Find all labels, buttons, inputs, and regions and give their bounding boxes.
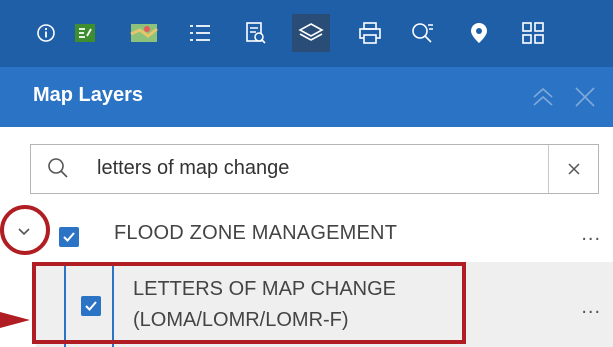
query-icon[interactable]: [237, 14, 275, 52]
panel-title: Map Layers: [33, 84, 144, 106]
group-label: FLOOD ZONE MANAGEMENT: [114, 222, 398, 244]
basemap-icon[interactable]: [125, 14, 163, 52]
close-icon: [567, 163, 580, 175]
group-more-options-button[interactable]: ...: [581, 223, 601, 246]
info-icon[interactable]: [27, 14, 65, 52]
location-pin-icon[interactable]: [460, 14, 498, 52]
list-icon[interactable]: [181, 14, 219, 52]
layer-search-box[interactable]: letters of map change: [30, 144, 599, 194]
chevron-down-icon[interactable]: [16, 225, 32, 243]
layer-more-options-button[interactable]: ...: [581, 296, 601, 319]
layer-group-row[interactable]: FLOOD ZONE MANAGEMENT ...: [0, 205, 613, 259]
close-panel-icon[interactable]: [572, 84, 598, 110]
group-checkbox[interactable]: [59, 227, 79, 247]
check-icon: [63, 232, 75, 242]
callout-highlight-box: [32, 262, 466, 344]
widget-toolbar: [0, 0, 613, 67]
clear-search-button[interactable]: [548, 145, 598, 193]
search-icon[interactable]: [404, 14, 442, 52]
search-icon: [47, 157, 69, 184]
callout-arrow-icon: [0, 312, 30, 333]
grid-icon[interactable]: [514, 14, 552, 52]
collapse-panel-icon[interactable]: [530, 84, 556, 110]
layers-icon[interactable]: [292, 14, 330, 52]
legend-icon[interactable]: [66, 14, 104, 52]
panel-header: Map Layers: [0, 67, 613, 127]
print-icon[interactable]: [351, 14, 389, 52]
search-input[interactable]: letters of map change: [97, 157, 289, 180]
